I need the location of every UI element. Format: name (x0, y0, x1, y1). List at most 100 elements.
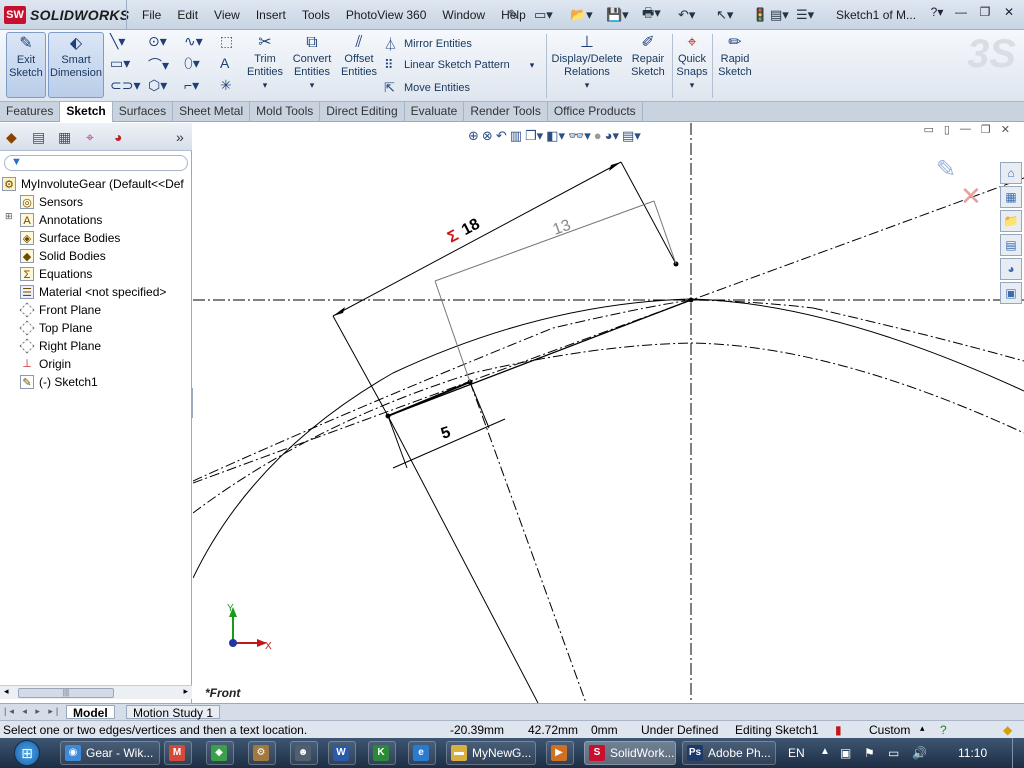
sketch-point[interactable] (688, 297, 694, 303)
custom-properties-icon[interactable]: ▣ (1000, 282, 1022, 304)
dim-18-label-group[interactable]: Σ 18 (445, 216, 483, 247)
tree-item-material[interactable]: ☰ Material <not specified> (20, 283, 166, 301)
view-palette-icon[interactable]: ▤ (1000, 234, 1022, 256)
display-delete-relations-button[interactable]: ⊥ Display/Delete Relations ▾ (550, 32, 624, 92)
pin-icon[interactable]: ✎ (508, 5, 519, 25)
tree-item-sensors[interactable]: ◎ Sensors (20, 193, 83, 211)
edit-appearance-icon[interactable]: ● (594, 128, 602, 144)
menu-view[interactable]: View (206, 8, 248, 22)
tree-item-top-plane[interactable]: Top Plane (19, 319, 92, 337)
menu-tools[interactable]: Tools (294, 8, 338, 22)
tooth-flank-line[interactable] (387, 299, 692, 417)
graphics-area[interactable]: Σ 18 13 5 Y X ⊕ ⊗ ↶ ▥ ❒▾ ◧▾ 👓▾ ● ◕▾ ▤▾ ▭… (193, 123, 1024, 703)
line-of-action[interactable] (193, 177, 1024, 484)
zoom-to-fit-icon[interactable]: ⊕ (468, 128, 479, 144)
taskbar-solidworks[interactable]: S SolidWork... (584, 741, 676, 765)
graphics-tile-icon[interactable]: ▭ (923, 123, 933, 136)
design-library-icon[interactable]: ▦ (1000, 186, 1022, 208)
undo-icon[interactable]: ↶▾ (678, 5, 695, 25)
tab-navigation-arrows-icon[interactable]: |◂ ◂ ▸ ▸| (4, 706, 61, 717)
move-entities-button[interactable]: ⇱ Move Entities (384, 80, 470, 96)
dimension-18-value[interactable]: 18 (459, 216, 483, 239)
offset-entities-button[interactable]: ⫽ Offset Entities (338, 32, 380, 79)
slot-icon[interactable]: ⊂⊃▾ (110, 77, 141, 94)
tab-sketch[interactable]: Sketch (60, 102, 113, 122)
ellipse-icon[interactable]: ⬯▾ (184, 55, 200, 72)
tab-sheet-metal[interactable]: Sheet Metal (173, 102, 251, 122)
display-manager-tab-icon[interactable]: ◕ (114, 129, 122, 145)
root-circle[interactable] (193, 342, 1024, 514)
repair-sketch-button[interactable]: ✐ Repair Sketch (628, 32, 668, 79)
save-icon[interactable]: 💾▾ (606, 5, 629, 25)
tree-item-solid-bodies[interactable]: ◆ Solid Bodies (20, 247, 106, 265)
open-folder-icon[interactable]: 📂▾ (570, 5, 593, 25)
volume-icon[interactable]: 🔊 (912, 746, 927, 760)
display-style-icon[interactable]: ◧▾ (546, 128, 565, 144)
rectangle-icon[interactable]: ▭▾ (110, 55, 130, 72)
section-view-icon[interactable]: ▥ (510, 128, 522, 144)
relations-dropdown-icon[interactable]: ▾ (550, 79, 624, 92)
taskbar-word[interactable]: W (328, 741, 356, 765)
sketch-canvas[interactable]: Σ 18 13 5 Y X (193, 123, 1024, 703)
graphics-split-icon[interactable]: ▯ (944, 123, 950, 136)
taskbar-gmail[interactable]: M (164, 741, 192, 765)
tray-expand-icon[interactable]: ▲ (820, 746, 830, 757)
zoom-to-area-icon[interactable]: ⊗ (482, 128, 493, 144)
taskbar-media[interactable]: ▶ (546, 741, 574, 765)
graphics-minimize-button[interactable]: — (960, 123, 971, 136)
dim-18-line[interactable] (332, 161, 622, 317)
construction-geometry-icon[interactable]: ⬚ (220, 33, 233, 50)
construction-line[interactable] (387, 415, 539, 703)
show-desktop-button[interactable] (1012, 738, 1022, 768)
status-help-icon[interactable]: ? (940, 723, 947, 737)
point-icon[interactable]: ✳ (220, 77, 232, 94)
convert-entities-button[interactable]: ⧉ Convert Entities ▾ (290, 32, 334, 92)
dimension-13-value[interactable]: 13 (551, 217, 574, 239)
expand-annotations-icon[interactable]: ⊞ (5, 211, 13, 222)
spline-icon[interactable]: ∿▾ (184, 33, 203, 50)
graphics-close-button[interactable]: ✕ (1001, 123, 1010, 136)
tree-item-sketch1[interactable]: ✎ (-) Sketch1 (20, 373, 98, 391)
minimize-button[interactable]: — (952, 5, 970, 19)
menu-photoview[interactable]: PhotoView 360 (338, 8, 435, 22)
scroll-left-icon[interactable]: ◂ (4, 686, 9, 697)
text-icon[interactable]: A (220, 55, 229, 71)
tab-motion-study[interactable]: Motion Study 1 (126, 705, 221, 720)
taskbar-chrome-gear[interactable]: ◉ Gear - Wik... (60, 741, 160, 765)
dim-5-label-group[interactable]: 5 (439, 424, 453, 443)
circle-icon[interactable]: ⊙▾ (148, 33, 167, 50)
quick-snaps-button[interactable]: ⌖ Quick Snaps ▾ (674, 32, 710, 92)
scroll-right-icon[interactable]: ▸ (183, 686, 188, 697)
tree-item-equations[interactable]: Σ Equations (20, 265, 92, 283)
tree-item-front-plane[interactable]: Front Plane (19, 301, 101, 319)
select-arrow-icon[interactable]: ↖▾ (716, 5, 733, 25)
file-properties-icon[interactable]: ▤▾ (770, 5, 789, 25)
linear-sketch-pattern-button[interactable]: ⠿ Linear Sketch Pattern ▾ (384, 57, 534, 73)
solidworks-resources-icon[interactable]: ⌂ (1000, 162, 1022, 184)
trim-entities-button[interactable]: ✂ Trim Entities ▾ (244, 32, 286, 92)
tab-direct-editing[interactable]: Direct Editing (320, 102, 405, 122)
trim-dropdown-icon[interactable]: ▾ (244, 79, 286, 92)
tree-root[interactable]: ⚙ MyInvoluteGear (Default<<Def (2, 175, 184, 193)
tree-item-right-plane[interactable]: Right Plane (19, 337, 101, 355)
view-orientation-icon[interactable]: ❒▾ (525, 128, 543, 144)
new-document-icon[interactable]: ▭▾ (534, 5, 553, 25)
dim-5-line[interactable] (392, 418, 506, 469)
polygon-icon[interactable]: ⬡▾ (148, 77, 167, 94)
graphics-restore-button[interactable]: ❐ (981, 123, 991, 136)
tab-mold-tools[interactable]: Mold Tools (250, 102, 321, 122)
tab-model[interactable]: Model (66, 705, 115, 720)
rebuild-traffic-light-icon[interactable]: 🚦 (752, 5, 768, 25)
configuration-tab-icon[interactable]: ▦ (58, 129, 71, 146)
taskbar-photoshop[interactable]: Ps Adobe Ph... (682, 741, 776, 765)
menu-window[interactable]: Window (434, 8, 493, 22)
solidworks-logo[interactable]: SW SOLIDWORKS (4, 5, 129, 25)
rapid-sketch-button[interactable]: ✏ Rapid Sketch (716, 32, 754, 79)
exit-sketch-confirm-icon[interactable]: ✎ (936, 155, 956, 184)
menu-file[interactable]: File (134, 8, 169, 22)
pitch-circle-right[interactable] (812, 307, 1024, 362)
smart-dimension-button[interactable]: ⬖ Smart Dimension (48, 32, 104, 98)
view-settings-icon[interactable]: ▤▾ (622, 128, 641, 144)
close-button[interactable]: ✕ (1000, 5, 1018, 19)
mirror-entities-button[interactable]: ⏃ Mirror Entities (384, 34, 472, 53)
